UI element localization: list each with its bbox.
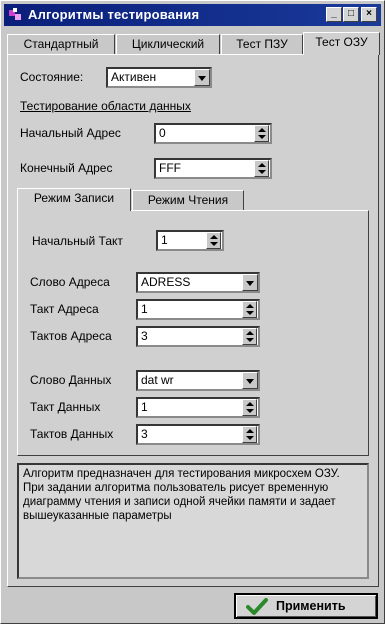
apply-button-label: Применить	[276, 599, 346, 613]
start-address-field[interactable]: 0	[154, 123, 272, 144]
spin-up-icon	[246, 331, 254, 335]
bottom-bar: Применить	[7, 591, 379, 621]
spin-up-icon	[210, 235, 218, 239]
tab-read-mode[interactable]: Режим Чтения	[132, 190, 244, 210]
data-tacts-field[interactable]: 3	[136, 424, 260, 445]
chevron-down-icon	[246, 281, 254, 286]
addr-word-select[interactable]: ADRESS	[136, 272, 260, 293]
spin-up-icon	[246, 304, 254, 308]
start-address-spinner[interactable]	[254, 125, 269, 142]
data-word-dropdown-button[interactable]	[242, 372, 258, 389]
spin-down-icon	[258, 170, 266, 174]
checkmark-icon	[246, 598, 268, 615]
spin-down-icon	[210, 242, 218, 246]
algorithm-description: Алгоритм предназначен для тестирования м…	[17, 463, 369, 579]
spin-down-icon	[258, 135, 266, 139]
apply-button[interactable]: Применить	[234, 593, 378, 619]
main-tabs: Стандартный Циклический Тест ПЗУ Тест ОЗ…	[7, 32, 380, 55]
data-tact-value: 1	[141, 400, 148, 414]
data-tact-spinner[interactable]	[242, 399, 257, 416]
state-label: Состояние:	[20, 70, 84, 84]
addr-word-value: ADRESS	[141, 275, 191, 289]
addr-tacts-label: Тактов Адреса	[30, 329, 112, 343]
window-title: Алгоритмы тестирования	[28, 7, 200, 22]
spin-up-icon	[246, 402, 254, 406]
data-tacts-label: Тактов Данных	[30, 427, 114, 441]
addr-tact-value: 1	[141, 302, 148, 316]
end-address-label: Конечный Адрес	[20, 161, 113, 175]
title-bar[interactable]: Алгоритмы тестирования _ □ ×	[4, 4, 381, 26]
data-tact-field[interactable]: 1	[136, 397, 260, 418]
tab-ram-test[interactable]: Тест ОЗУ	[303, 32, 380, 55]
start-address-value: 0	[159, 126, 166, 140]
start-tact-spinner[interactable]	[206, 232, 221, 249]
spin-up-icon	[258, 163, 266, 167]
tab-rom-test[interactable]: Тест ПЗУ	[221, 34, 303, 54]
addr-tact-spinner[interactable]	[242, 301, 257, 318]
data-tacts-value: 3	[141, 427, 148, 441]
start-tact-value: 1	[161, 233, 168, 247]
app-window: Алгоритмы тестирования _ □ × Стандартный…	[0, 0, 385, 624]
tab-write-mode[interactable]: Режим Записи	[17, 188, 131, 211]
state-value: Активен	[111, 70, 157, 84]
chevron-down-icon	[198, 76, 206, 81]
spin-down-icon	[246, 436, 254, 440]
data-word-select[interactable]: dat wr	[136, 370, 260, 391]
spin-up-icon	[258, 128, 266, 132]
data-word-value: dat wr	[141, 373, 174, 387]
tab-cyclic[interactable]: Циклический	[116, 34, 220, 54]
close-button[interactable]: ×	[361, 7, 377, 22]
end-address-spinner[interactable]	[254, 160, 269, 177]
chevron-down-icon	[246, 379, 254, 384]
end-address-value: FFF	[159, 161, 181, 175]
maximize-button[interactable]: □	[343, 7, 359, 22]
spin-down-icon	[246, 311, 254, 315]
start-tact-field[interactable]: 1	[156, 230, 224, 251]
start-address-label: Начальный Адрес	[20, 126, 121, 140]
addr-word-label: Слово Адреса	[30, 275, 110, 289]
state-dropdown-button[interactable]	[194, 69, 210, 86]
addr-tact-field[interactable]: 1	[136, 299, 260, 320]
addr-tacts-spinner[interactable]	[242, 328, 257, 345]
data-tacts-spinner[interactable]	[242, 426, 257, 443]
spin-up-icon	[246, 429, 254, 433]
spin-down-icon	[246, 338, 254, 342]
state-select[interactable]: Активен	[106, 67, 212, 88]
addr-word-dropdown-button[interactable]	[242, 274, 258, 291]
minimize-button[interactable]: _	[326, 7, 342, 22]
data-word-label: Слово Данных	[30, 373, 112, 387]
data-tact-label: Такт Данных	[30, 400, 101, 414]
start-tact-label: Начальный Такт	[32, 234, 123, 248]
tab-standard[interactable]: Стандартный	[7, 34, 115, 54]
write-mode-panel: Начальный Такт 1 Слово Адреса ADRESS Так…	[17, 210, 369, 456]
addr-tacts-value: 3	[141, 329, 148, 343]
data-region-heading: Тестирование области данных	[20, 99, 191, 113]
addr-tacts-field[interactable]: 3	[136, 326, 260, 347]
end-address-field[interactable]: FFF	[154, 158, 272, 179]
spin-down-icon	[246, 409, 254, 413]
app-icon	[9, 8, 21, 20]
addr-tact-label: Такт Адреса	[30, 302, 99, 316]
mode-tabs: Режим Записи Режим Чтения	[15, 188, 355, 212]
